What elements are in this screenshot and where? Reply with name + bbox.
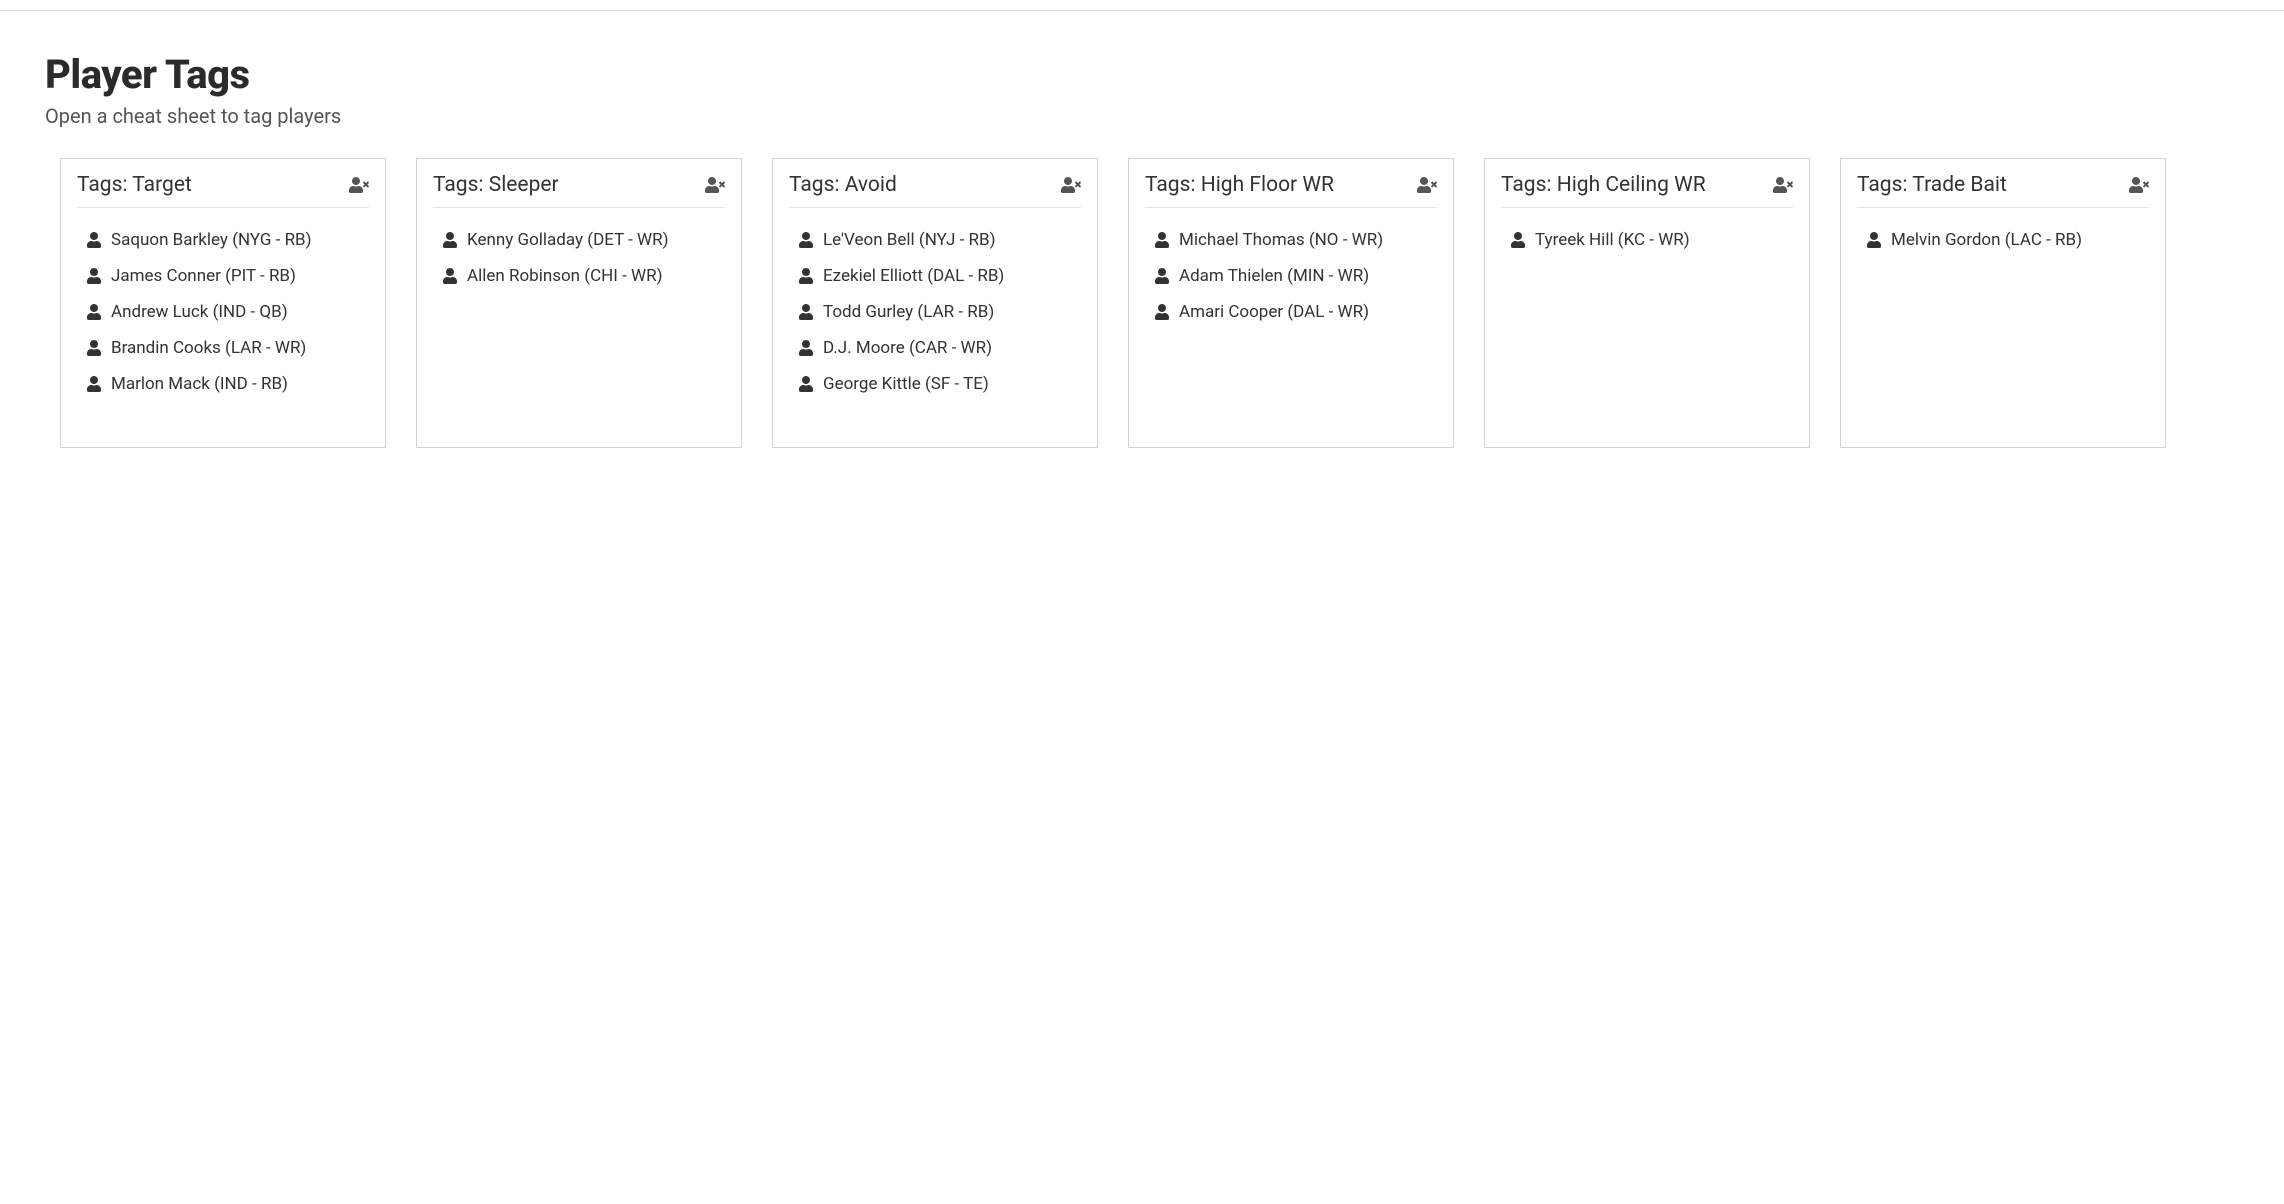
player-list: Melvin Gordon (LAC - RB) [1857, 222, 2149, 258]
player-item[interactable]: Adam Thielen (MIN - WR) [1145, 258, 1437, 294]
remove-user-icon[interactable] [2129, 177, 2149, 193]
person-icon [87, 304, 101, 320]
player-item[interactable]: Allen Robinson (CHI - WR) [433, 258, 725, 294]
player-item[interactable]: Tyreek Hill (KC - WR) [1501, 222, 1793, 258]
tag-card-header: Tags: Avoid [789, 173, 1081, 208]
player-list: Saquon Barkley (NYG - RB) James Conner (P… [77, 222, 369, 402]
player-list: Tyreek Hill (KC - WR) [1501, 222, 1793, 258]
player-name: Marlon Mack (IND - RB) [111, 374, 288, 394]
player-name: Michael Thomas (NO - WR) [1179, 230, 1383, 250]
tag-card: Tags: Target Saquon Barkley (NYG - RB) Jam… [60, 158, 386, 448]
player-item[interactable]: Brandin Cooks (LAR - WR) [77, 330, 369, 366]
person-icon [799, 376, 813, 392]
player-item[interactable]: James Conner (PIT - RB) [77, 258, 369, 294]
person-icon [799, 232, 813, 248]
cards-grid: Tags: Target Saquon Barkley (NYG - RB) Jam… [45, 158, 2239, 448]
remove-user-icon[interactable] [1417, 177, 1437, 193]
player-item[interactable]: Marlon Mack (IND - RB) [77, 366, 369, 402]
player-name: Kenny Golladay (DET - WR) [467, 230, 669, 250]
player-item[interactable]: D.J. Moore (CAR - WR) [789, 330, 1081, 366]
player-item[interactable]: Ezekiel Elliott (DAL - RB) [789, 258, 1081, 294]
player-name: Andrew Luck (IND - QB) [111, 302, 288, 322]
player-item[interactable]: Saquon Barkley (NYG - RB) [77, 222, 369, 258]
player-name: D.J. Moore (CAR - WR) [823, 338, 992, 358]
person-icon [443, 232, 457, 248]
page-title: Player Tags [45, 51, 2239, 98]
person-icon [1155, 268, 1169, 284]
player-name: Saquon Barkley (NYG - RB) [111, 230, 312, 250]
tag-card-header: Tags: High Floor WR [1145, 173, 1437, 208]
player-list: Kenny Golladay (DET - WR) Allen Robinson … [433, 222, 725, 294]
player-name: Tyreek Hill (KC - WR) [1535, 230, 1690, 250]
tag-card-title: Tags: Sleeper [433, 173, 559, 197]
player-name: Le'Veon Bell (NYJ - RB) [823, 230, 996, 250]
tag-card: Tags: High Ceiling WR Tyreek Hill (KC - W… [1484, 158, 1810, 448]
player-name: Brandin Cooks (LAR - WR) [111, 338, 306, 358]
remove-user-icon[interactable] [1773, 177, 1793, 193]
main-container: Player Tags Open a cheat sheet to tag pl… [0, 11, 2284, 478]
player-item[interactable]: Michael Thomas (NO - WR) [1145, 222, 1437, 258]
tag-card: Tags: High Floor WR Michael Thomas (NO - … [1128, 158, 1454, 448]
tag-card-header: Tags: Sleeper [433, 173, 725, 208]
person-icon [799, 340, 813, 356]
tag-card: Tags: Sleeper Kenny Golladay (DET - WR) Al… [416, 158, 742, 448]
tag-card: Tags: Trade Bait Melvin Gordon (LAC - RB) [1840, 158, 2166, 448]
person-icon [1155, 232, 1169, 248]
person-icon [799, 268, 813, 284]
person-icon [1867, 232, 1881, 248]
player-name: Amari Cooper (DAL - WR) [1179, 302, 1369, 322]
player-name: Adam Thielen (MIN - WR) [1179, 266, 1369, 286]
person-icon [87, 268, 101, 284]
player-item[interactable]: George Kittle (SF - TE) [789, 366, 1081, 402]
tag-card-title: Tags: High Ceiling WR [1501, 173, 1706, 197]
person-icon [799, 304, 813, 320]
tag-card: Tags: Avoid Le'Veon Bell (NYJ - RB) Ezekie… [772, 158, 1098, 448]
remove-user-icon[interactable] [349, 177, 369, 193]
person-icon [1511, 232, 1525, 248]
player-item[interactable]: Kenny Golladay (DET - WR) [433, 222, 725, 258]
person-icon [87, 376, 101, 392]
player-item[interactable]: Amari Cooper (DAL - WR) [1145, 294, 1437, 330]
tag-card-title: Tags: Trade Bait [1857, 173, 2007, 197]
remove-user-icon[interactable] [1061, 177, 1081, 193]
player-name: Ezekiel Elliott (DAL - RB) [823, 266, 1004, 286]
tag-card-title: Tags: Avoid [789, 173, 897, 197]
player-item[interactable]: Todd Gurley (LAR - RB) [789, 294, 1081, 330]
player-name: James Conner (PIT - RB) [111, 266, 296, 286]
player-name: Melvin Gordon (LAC - RB) [1891, 230, 2082, 250]
player-list: Le'Veon Bell (NYJ - RB) Ezekiel Elliott (… [789, 222, 1081, 402]
player-name: George Kittle (SF - TE) [823, 374, 989, 394]
tag-card-title: Tags: Target [77, 173, 192, 197]
tag-card-header: Tags: Target [77, 173, 369, 208]
player-list: Michael Thomas (NO - WR) Adam Thielen (MI… [1145, 222, 1437, 330]
remove-user-icon[interactable] [705, 177, 725, 193]
tag-card-title: Tags: High Floor WR [1145, 173, 1334, 197]
player-item[interactable]: Melvin Gordon (LAC - RB) [1857, 222, 2149, 258]
player-item[interactable]: Andrew Luck (IND - QB) [77, 294, 369, 330]
tag-card-header: Tags: High Ceiling WR [1501, 173, 1793, 208]
person-icon [443, 268, 457, 284]
person-icon [1155, 304, 1169, 320]
player-name: Allen Robinson (CHI - WR) [467, 266, 663, 286]
page-subtitle: Open a cheat sheet to tag players [45, 104, 2239, 128]
player-item[interactable]: Le'Veon Bell (NYJ - RB) [789, 222, 1081, 258]
person-icon [87, 340, 101, 356]
player-name: Todd Gurley (LAR - RB) [823, 302, 994, 322]
tag-card-header: Tags: Trade Bait [1857, 173, 2149, 208]
person-icon [87, 232, 101, 248]
